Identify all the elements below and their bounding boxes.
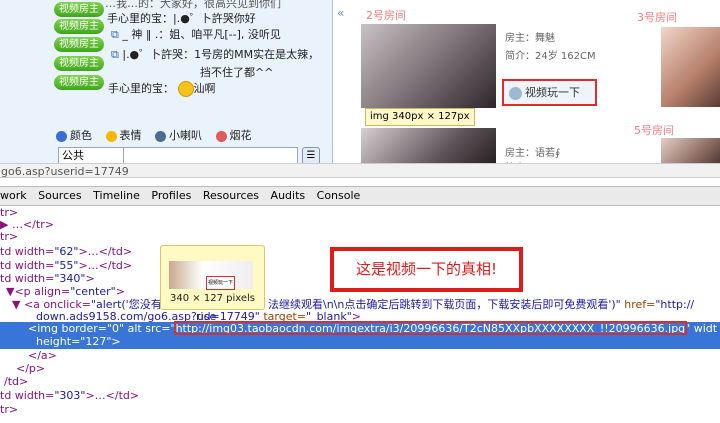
chat-text: ⧉ |.●゜卜許哭：1号房的MM实在是太辣，	[111, 46, 319, 62]
host-badge[interactable]: 视频房主	[54, 75, 104, 90]
tab-sources[interactable]: Sources	[38, 189, 82, 202]
play-icon	[509, 86, 522, 100]
dom-tag: height="127">	[36, 335, 121, 348]
host-intro: 简介：24岁 162CM	[505, 51, 596, 62]
host-name: 房主：舞魅	[505, 33, 555, 44]
watch-label: 视频玩一下	[525, 86, 580, 99]
dom-attr-value: "55"	[54, 259, 79, 272]
chat-line: 视频房主	[0, 74, 104, 90]
watch-video-button[interactable]: 视频玩一下	[502, 79, 597, 106]
speaker-icon	[155, 130, 166, 142]
fireworks-tool[interactable]: 烟花	[215, 128, 252, 144]
preview-caption: 340 × 127 pixels	[170, 293, 255, 304]
host-badge[interactable]: 视频房主	[54, 2, 104, 17]
tab-network[interactable]: work	[0, 189, 27, 202]
room-title: 3号房间	[637, 11, 677, 24]
fireworks-icon	[215, 130, 227, 142]
chat-text-label: _ 神 ‖ .：姐、咱平凡[--], 没听见	[122, 28, 281, 41]
speaker-label: 小喇叭	[169, 129, 202, 142]
host-name: 房主：语若∮	[505, 148, 561, 159]
chat-line: 视频房主	[0, 36, 104, 52]
color-label: 颜色	[70, 129, 92, 142]
emoji-tool[interactable]: 表情	[105, 128, 142, 144]
dom-tag: " widt	[685, 322, 718, 335]
dom-attr-value: "340"	[54, 272, 86, 285]
user-icon: ⧉	[111, 48, 123, 61]
dom-line[interactable]: tr>	[0, 231, 18, 243]
preview-watch-button: 视频玩一下	[206, 276, 235, 290]
chat-text: 手心里的宝： 汕啊	[108, 80, 216, 97]
dom-tag: td width=	[0, 259, 55, 272]
smiley-emoji-icon	[177, 81, 194, 97]
tab-profiles[interactable]: Profiles	[151, 189, 191, 202]
dom-attr-value: "303"	[54, 389, 86, 402]
chevron-left-icon[interactable]: «	[337, 6, 344, 20]
dom-attr-value: "center"	[70, 285, 116, 298]
dom-line[interactable]: td width="340">	[0, 273, 95, 285]
dom-line[interactable]: </p>	[16, 363, 45, 375]
chat-toolbar: 颜色 表情 小喇叭 烟花	[56, 128, 262, 144]
color-icon	[56, 130, 67, 142]
dom-line-selected[interactable]: height="127">	[36, 336, 121, 348]
chat-text-label: |.●゜卜許哭：1号房的MM实在是太辣，	[122, 48, 320, 61]
host-badge[interactable]: 视频房主	[54, 37, 104, 52]
chat-text: 手心里的宝：|.●゜卜許哭你好	[107, 12, 256, 25]
dom-tag: >	[115, 285, 125, 298]
chat-line: 视频房主	[0, 1, 104, 17]
dom-attr-value: "62"	[54, 245, 79, 258]
annotation-callout: 这是视频一下的真相!	[330, 247, 523, 292]
dom-tag: >…</td>	[85, 389, 140, 402]
tab-audits[interactable]: Audits	[271, 189, 306, 202]
room-photo[interactable]	[361, 24, 496, 108]
chat-text-label: 手心里的宝：	[108, 82, 178, 95]
dom-tag: >…</td>	[78, 259, 133, 272]
dom-line[interactable]: ▼<p align="center">	[6, 286, 125, 298]
dom-attr-value: "http://	[655, 298, 695, 311]
user-icon: ⧉	[111, 28, 123, 41]
address-bar[interactable]: go6.asp?userid=17749	[0, 163, 720, 178]
dom-tag: <p align=	[14, 285, 71, 298]
fireworks-label: 烟花	[229, 129, 252, 142]
dom-attr: href=	[620, 298, 656, 311]
tab-resources[interactable]: Resources	[203, 189, 259, 202]
dom-tag: >	[85, 272, 95, 285]
dom-line[interactable]: td width="303">…</td>	[0, 390, 139, 402]
room-photo[interactable]	[661, 27, 720, 107]
dom-tag: >…</td>	[78, 245, 133, 258]
chat-text: 挡不住了都^^	[200, 66, 274, 79]
image-size-tooltip: img 340px × 127px	[365, 108, 475, 126]
chat-line: 视频房主	[0, 55, 104, 71]
tab-timeline[interactable]: Timeline	[93, 189, 140, 202]
host-badge[interactable]: 视频房主	[54, 56, 104, 71]
dom-tag: td width=	[0, 245, 55, 258]
dom-line[interactable]: /td>	[4, 376, 28, 388]
chat-text-label: 汕啊	[193, 82, 216, 95]
devtools-tabbar: work Sources Timeline Profiles Resources…	[0, 186, 720, 206]
dom-tag: <img border="0" alt src="	[28, 322, 176, 335]
image-preview-tooltip: 视频玩一下 340 × 127 pixels	[160, 245, 265, 310]
dom-line[interactable]: td width="62">…</td>	[0, 246, 132, 258]
dom-line[interactable]: tr>	[0, 404, 18, 416]
dom-text: …</tr>	[11, 218, 54, 231]
speaker-tool[interactable]: 小喇叭	[155, 128, 202, 144]
dom-tag: td width=	[0, 272, 55, 285]
room-title: 2号房间	[366, 9, 406, 22]
emoji-icon	[105, 130, 117, 142]
chat-text: ⧉ _ 神 ‖ .：姐、咱平凡[--], 没听见	[111, 26, 281, 42]
emoji-label: 表情	[119, 129, 142, 142]
dom-tag: td width=	[0, 389, 55, 402]
dom-line[interactable]: </a>	[28, 350, 57, 362]
tab-console[interactable]: Console	[317, 189, 361, 202]
url-highlight-box	[174, 321, 687, 335]
host-badge[interactable]: 视频房主	[54, 19, 104, 34]
room-title: 5号房间	[634, 124, 674, 137]
color-tool[interactable]: 颜色	[56, 128, 92, 144]
chat-panel: 视频房主 …我…的：大家好，很高兴见到你们 视频房主 手心里的宝：|.●゜卜許哭…	[0, 0, 333, 165]
chat-line: 视频房主	[0, 18, 104, 34]
dom-line[interactable]: td width="55">…</td>	[0, 260, 132, 272]
